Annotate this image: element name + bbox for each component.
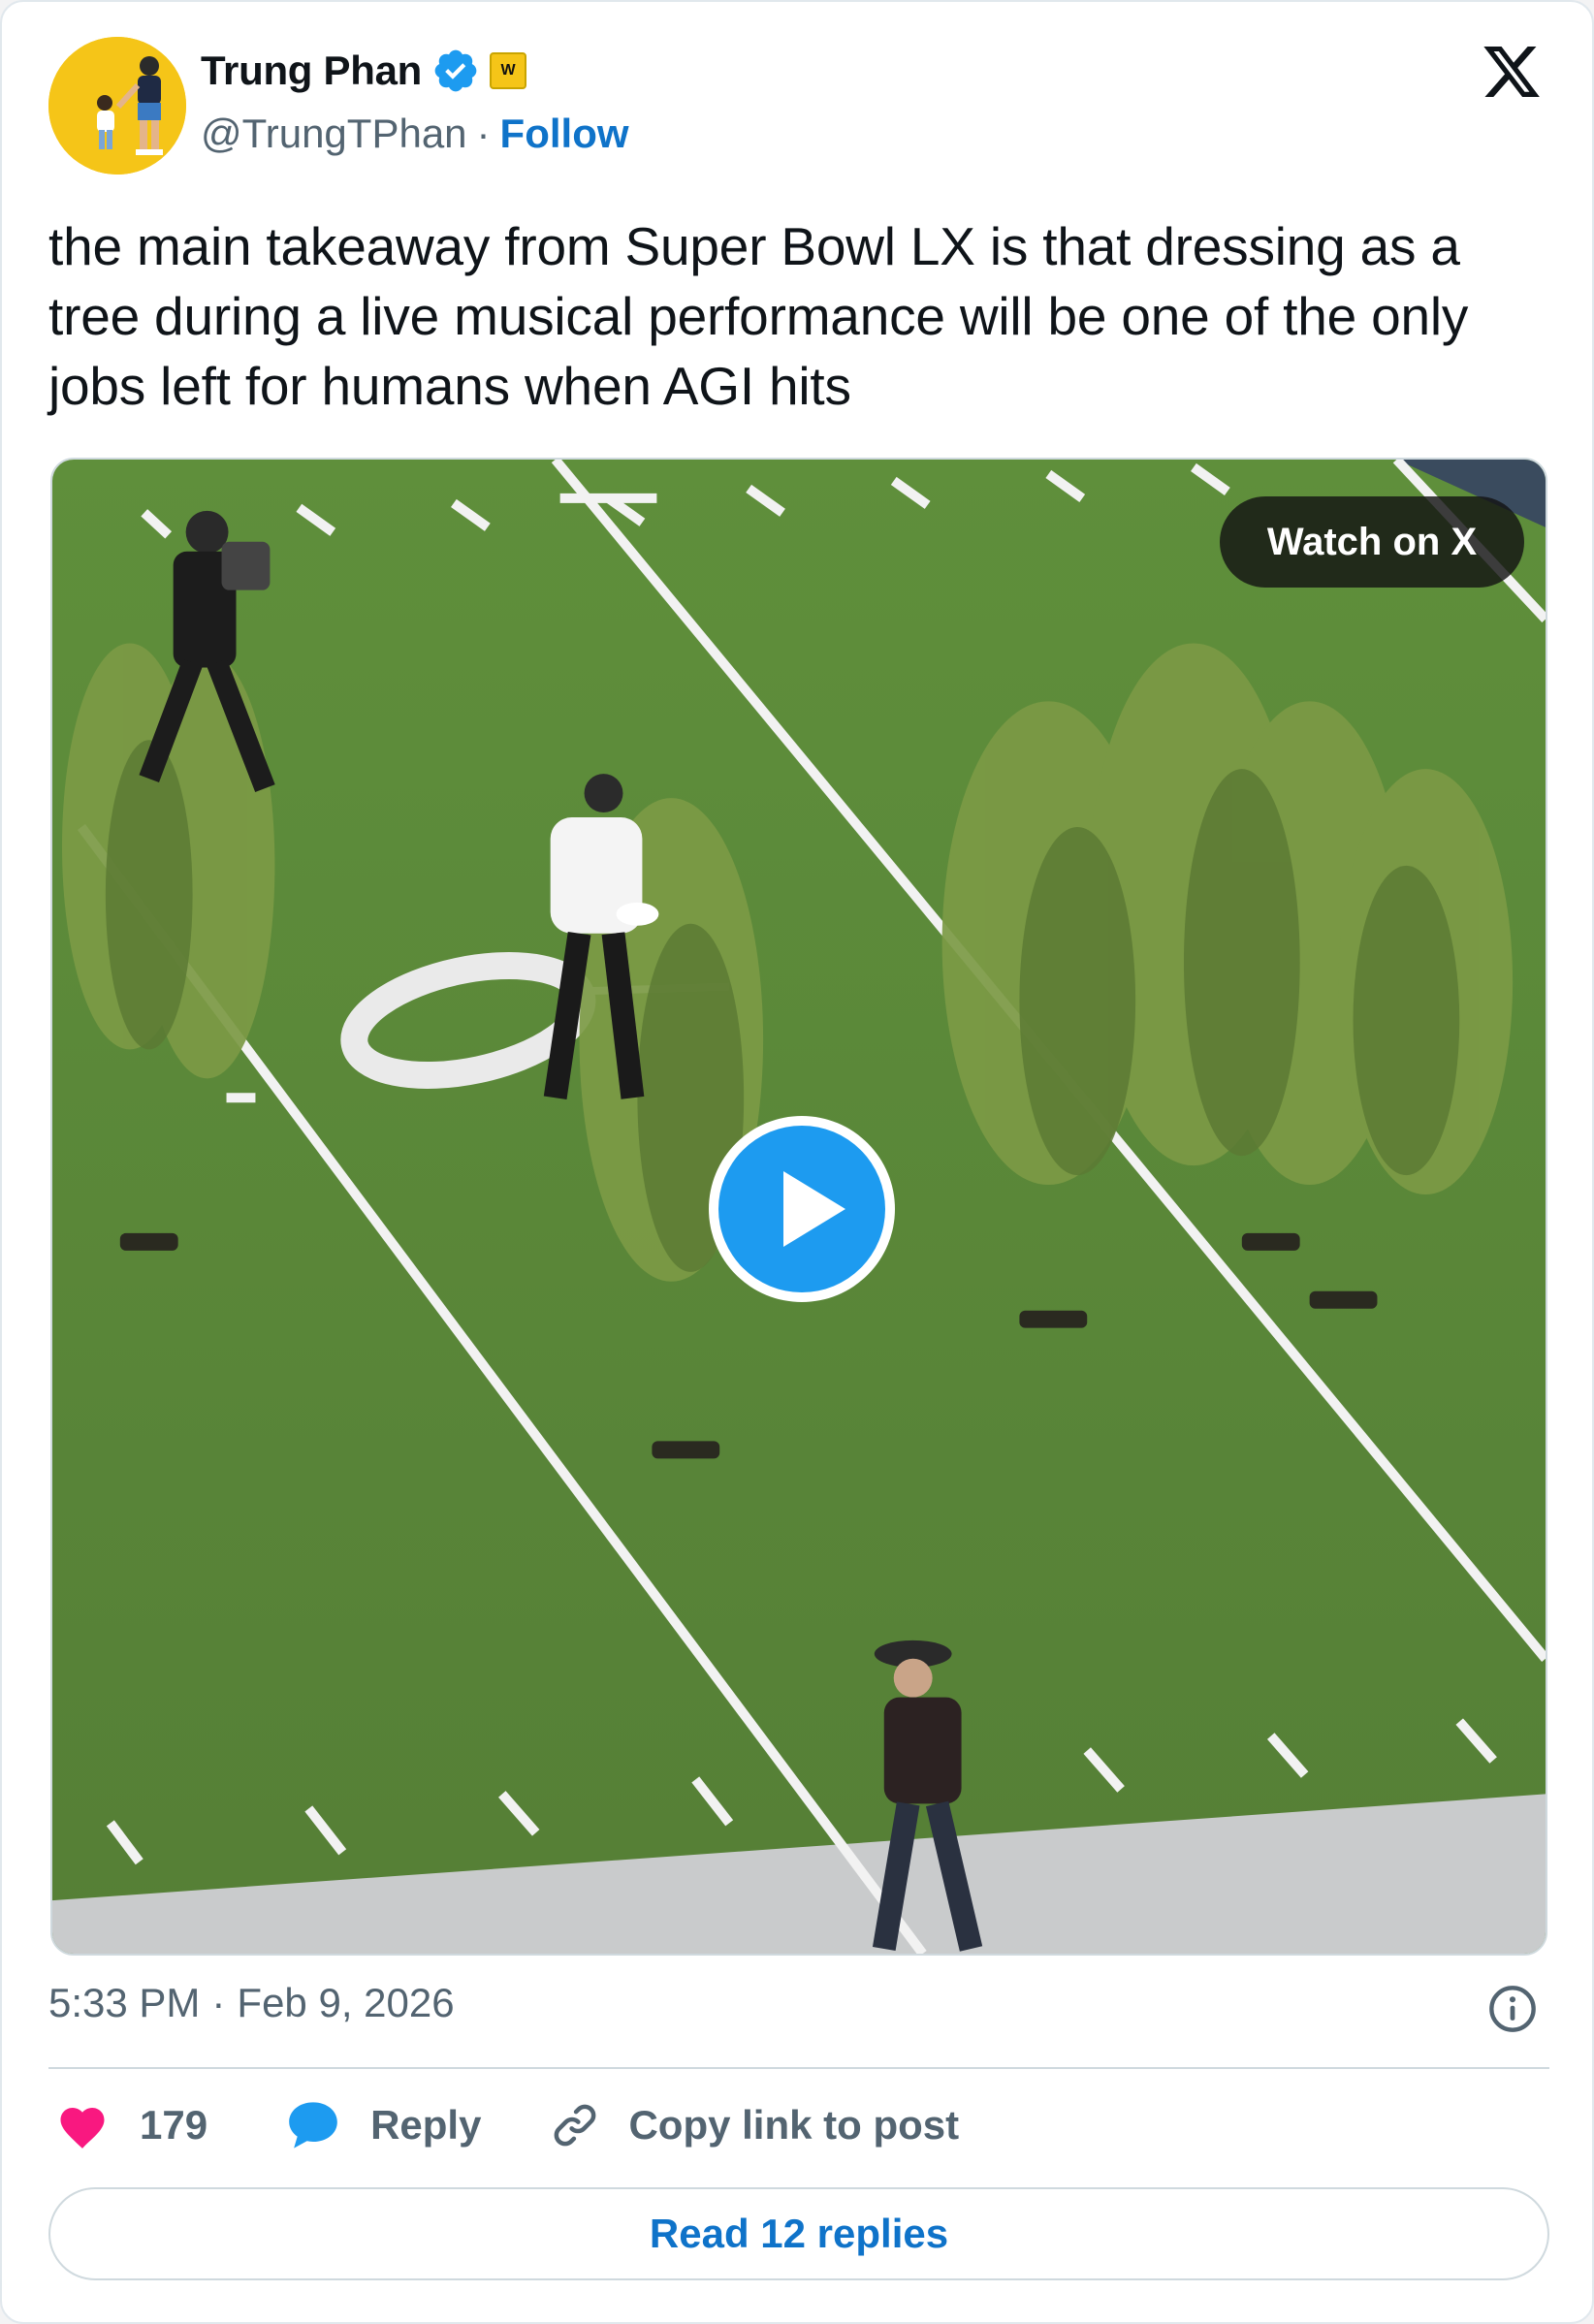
copy-link-action[interactable]: Copy link to post bbox=[549, 2099, 959, 2151]
link-icon bbox=[555, 2104, 596, 2147]
follow-button[interactable]: Follow bbox=[500, 111, 629, 157]
embedded-tweet-card: Trung Phan W @TrungTPhan · Follow the ma… bbox=[0, 0, 1594, 2324]
reply-label: Reply bbox=[370, 2102, 482, 2148]
copy-link-label: Copy link to post bbox=[628, 2102, 960, 2148]
speech-bubble-icon bbox=[289, 2102, 337, 2149]
handle-row: @TrungTPhan · Follow bbox=[201, 111, 629, 157]
affiliation-badge-label: W bbox=[500, 62, 516, 79]
info-icon[interactable] bbox=[1487, 1984, 1538, 2034]
author-handle[interactable]: @TrungTPhan bbox=[201, 111, 467, 157]
action-bar: 179 Reply Copy link to post bbox=[56, 2096, 959, 2154]
handle-separator: · bbox=[476, 111, 491, 156]
heart-icon bbox=[60, 2108, 105, 2149]
like-action[interactable]: 179 bbox=[56, 2101, 207, 2149]
tweet-time: 5:33 PM bbox=[48, 1980, 201, 2025]
author-name-row: Trung Phan W bbox=[201, 47, 527, 95]
like-count: 179 bbox=[140, 2102, 208, 2148]
read-replies-button[interactable]: Read 12 replies bbox=[48, 2187, 1549, 2280]
author-name[interactable]: Trung Phan bbox=[201, 48, 422, 94]
tweet-date: Feb 9, 2026 bbox=[237, 1980, 455, 2025]
watch-on-x-button[interactable]: Watch on X bbox=[1220, 496, 1524, 588]
affiliation-badge[interactable]: W bbox=[490, 52, 527, 89]
avatar[interactable] bbox=[48, 37, 186, 175]
timestamp-separator: · bbox=[211, 1980, 226, 2025]
x-logo-icon[interactable] bbox=[1480, 41, 1544, 103]
divider bbox=[48, 2067, 1549, 2069]
play-icon[interactable] bbox=[704, 1111, 900, 1307]
reply-action[interactable]: Reply bbox=[285, 2100, 481, 2150]
tweet-text: the main takeaway from Super Bowl LX is … bbox=[48, 216, 1469, 416]
verified-badge-icon bbox=[434, 49, 477, 92]
tweet-timestamp[interactable]: 5:33 PM · Feb 9, 2026 bbox=[48, 1980, 455, 2026]
video-media[interactable]: Watch on X bbox=[50, 458, 1547, 1956]
avatar-illustration bbox=[48, 37, 186, 175]
